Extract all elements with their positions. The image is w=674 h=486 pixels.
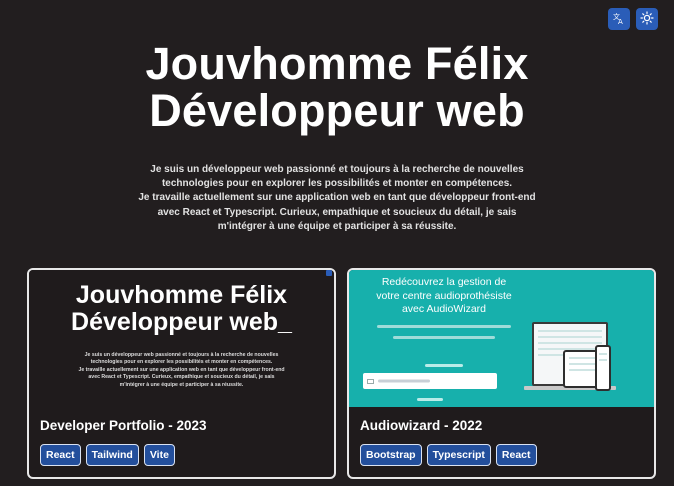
email-field bbox=[363, 373, 497, 389]
intro-line: m'intégrer à une équipe et participer à … bbox=[217, 220, 457, 232]
project-thumbnail: Jouvhomme Félix Développeur web_ Je suis… bbox=[29, 270, 334, 407]
hero-title: Jouvhomme Félix Développeur web bbox=[0, 40, 674, 134]
thumbnail-intro-line: technologies pour en explorer les possib… bbox=[90, 359, 273, 366]
phone-mockup bbox=[595, 345, 611, 391]
project-title: Audiowizard - 2022 bbox=[360, 418, 483, 433]
svg-text:A: A bbox=[618, 18, 623, 25]
thumbnail-blurred-text bbox=[359, 322, 529, 348]
language-toggle-button[interactable]: 文 A bbox=[608, 8, 630, 30]
envelope-icon bbox=[367, 378, 374, 384]
tag-react[interactable]: React bbox=[40, 444, 81, 466]
hero-intro: Je suis un développeur web passionné et … bbox=[100, 163, 574, 234]
project-card-portfolio[interactable]: Jouvhomme Félix Développeur web_ Je suis… bbox=[27, 268, 336, 479]
headline-line: Redécouvrez la gestion de bbox=[381, 276, 507, 288]
tag-typescript[interactable]: Typescript bbox=[426, 444, 491, 466]
tag-react[interactable]: React bbox=[495, 444, 537, 466]
thumbnail-intro-line: m'intégrer à une équipe et participer à … bbox=[119, 381, 244, 388]
hero-role: Développeur web bbox=[149, 85, 525, 136]
thumbnail-headline: Redécouvrez la gestion de votre centre a… bbox=[349, 276, 539, 317]
tag-tailwind[interactable]: Tailwind bbox=[85, 444, 139, 466]
tag-list: React Tailwind Vite bbox=[40, 444, 175, 466]
corner-marker bbox=[326, 270, 332, 276]
thumbnail-intro: Je suis un développeur web passionné et … bbox=[69, 352, 294, 389]
theme-toggle-button[interactable] bbox=[636, 8, 658, 30]
blurred-placeholder bbox=[378, 379, 430, 383]
intro-line: avec React et Typescript. Curieux, empat… bbox=[157, 206, 517, 218]
headline-line: avec AudioWizard bbox=[401, 303, 487, 315]
sun-icon bbox=[640, 10, 654, 28]
thumbnail-title: Jouvhomme Félix Développeur web_ bbox=[29, 282, 334, 336]
tag-list: Bootstrap Typescript React bbox=[360, 444, 537, 466]
hero-name: Jouvhomme Félix bbox=[145, 38, 529, 89]
intro-line: Je suis un développeur web passionné et … bbox=[150, 164, 524, 175]
thumbnail-intro-line: Je suis un développeur web passionné et … bbox=[84, 352, 279, 358]
thumbnail-name: Jouvhomme Félix bbox=[75, 281, 288, 309]
thumbnail-role: Développeur web_ bbox=[71, 308, 292, 336]
thumbnail-intro-line: avec React et Typescript. Curieux, empat… bbox=[88, 374, 275, 381]
tag-vite[interactable]: Vite bbox=[143, 444, 175, 466]
thumbnail-blurred-footer bbox=[417, 397, 443, 404]
project-title: Developer Portfolio - 2023 bbox=[40, 418, 207, 433]
intro-line: Je travaille actuellement sur une applic… bbox=[138, 192, 536, 204]
project-thumbnail: Redécouvrez la gestion de votre centre a… bbox=[349, 270, 654, 407]
tag-bootstrap[interactable]: Bootstrap bbox=[360, 444, 422, 466]
thumbnail-blurred-label bbox=[359, 363, 529, 371]
project-card-audiowizard[interactable]: Redécouvrez la gestion de votre centre a… bbox=[347, 268, 656, 479]
intro-line: technologies pour en explorer les possib… bbox=[161, 178, 513, 190]
thumbnail-intro-line: Je travaille actuellement sur une applic… bbox=[78, 366, 285, 373]
translate-icon: 文 A bbox=[612, 11, 626, 28]
headline-line: votre centre audioprothésiste bbox=[376, 289, 512, 302]
